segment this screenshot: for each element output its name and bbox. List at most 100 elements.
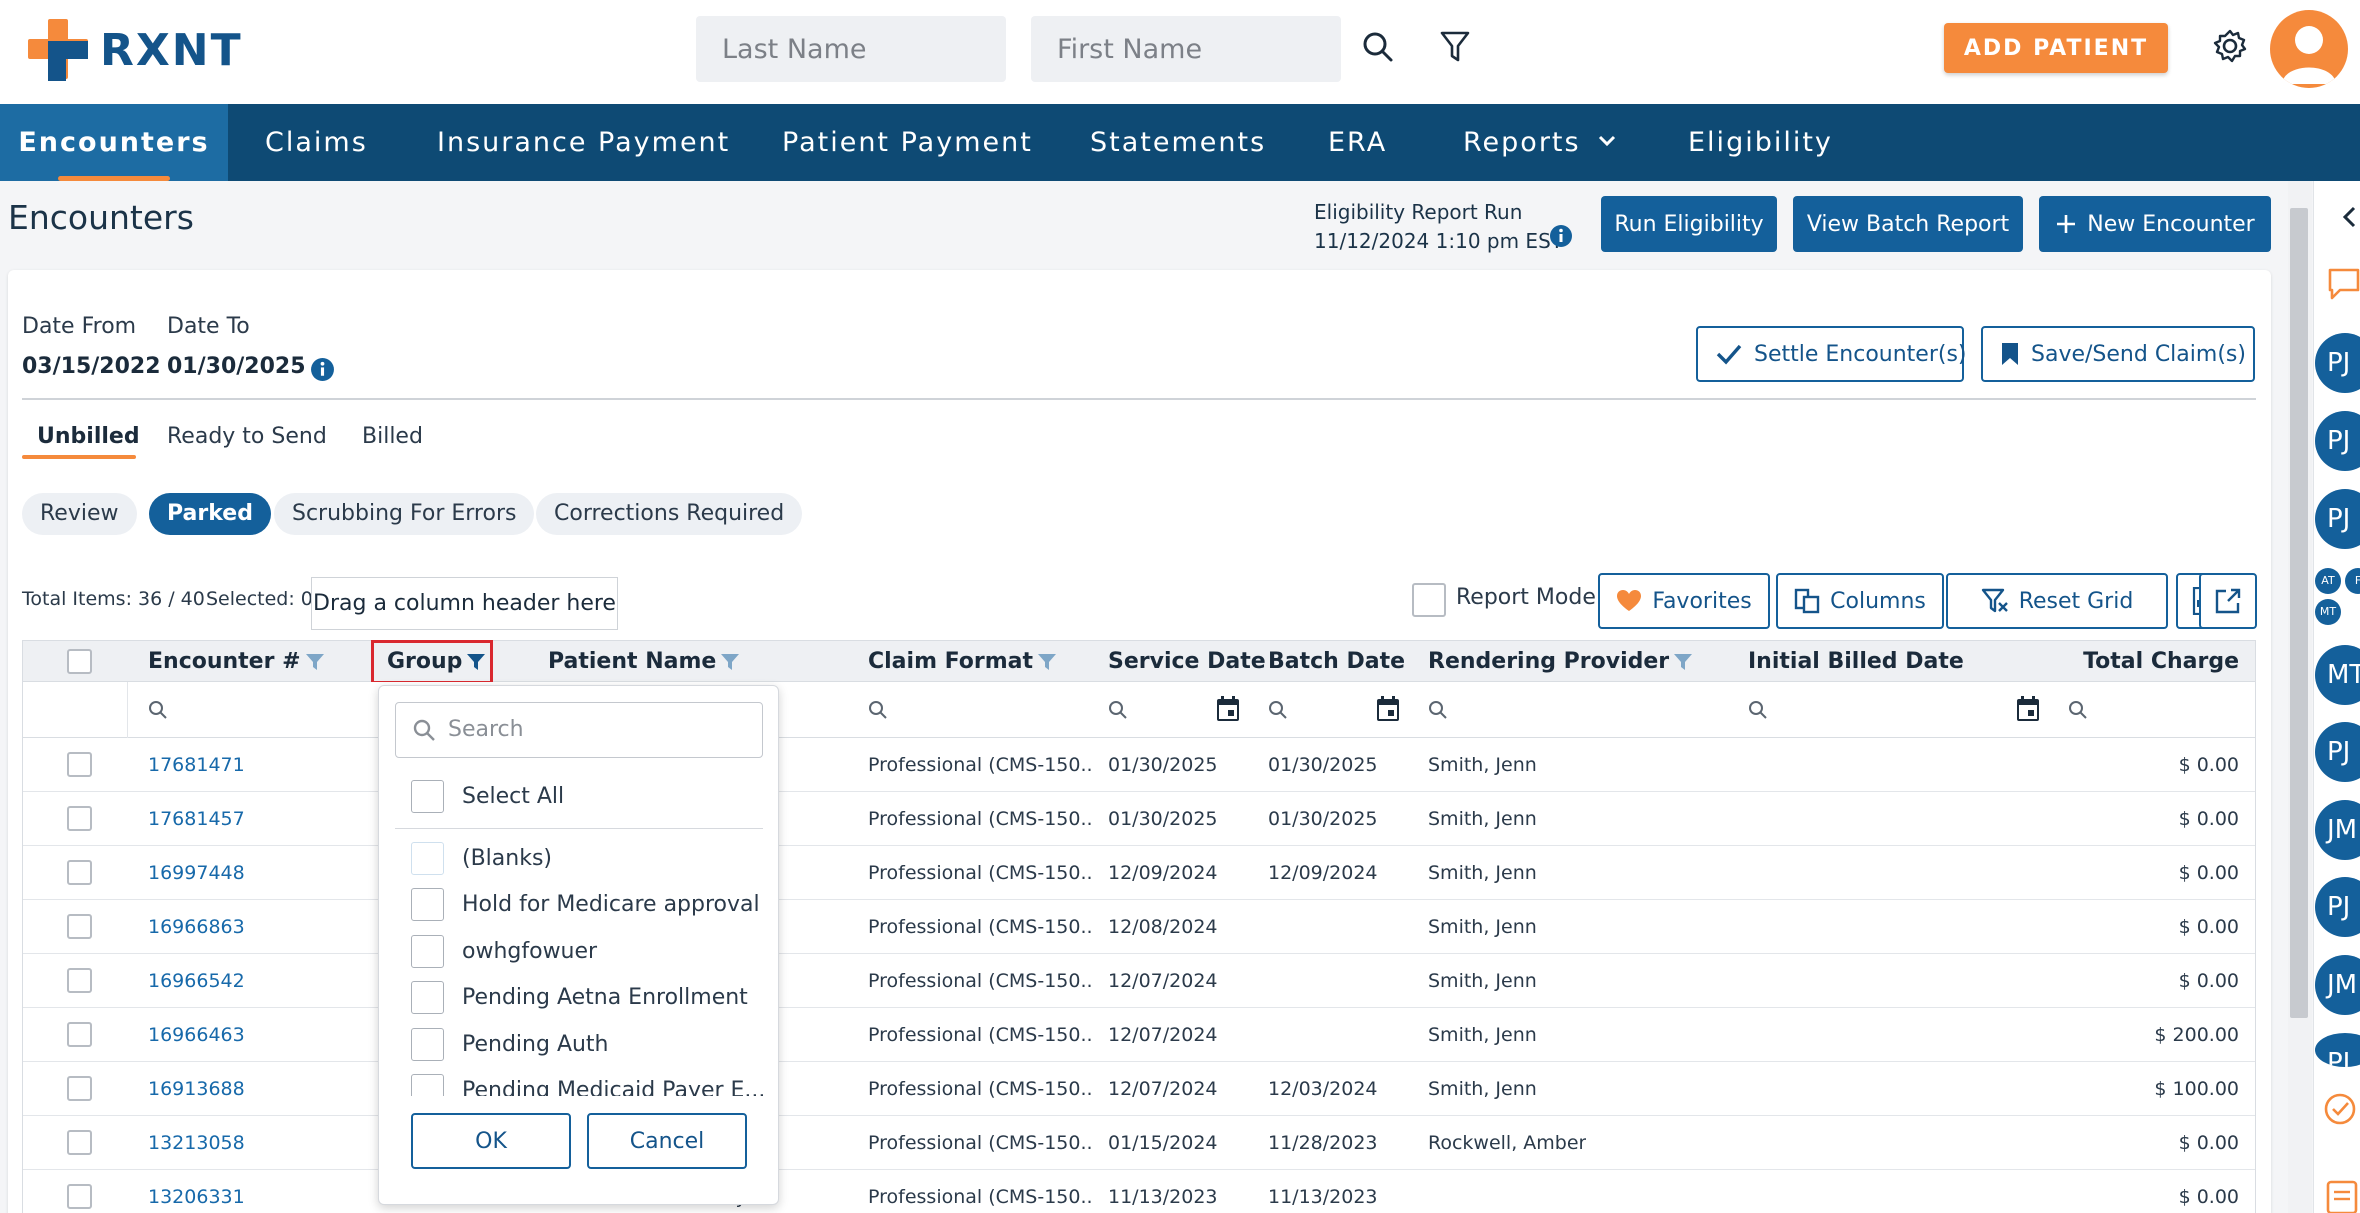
option-checkbox[interactable] — [411, 980, 444, 1014]
run-eligibility-button[interactable]: Run Eligibility — [1601, 196, 1777, 252]
select-all-rows-checkbox[interactable] — [67, 649, 92, 674]
ok-button[interactable]: OK — [411, 1113, 571, 1169]
group-option[interactable]: owhgfowuer — [411, 933, 597, 969]
row-checkbox[interactable] — [67, 968, 92, 993]
encounter-link[interactable]: 16966463 — [148, 1008, 245, 1062]
col-patient-name[interactable]: Patient Name — [548, 641, 740, 683]
col-batch-date[interactable]: Batch Date — [1268, 641, 1405, 683]
encounter-link[interactable]: 16913688 — [148, 1062, 245, 1116]
gear-icon[interactable] — [2212, 28, 2248, 64]
task-check-icon[interactable] — [2323, 1092, 2357, 1126]
table-row[interactable]: 16913688 Professional (CMS-150... 12/07/… — [23, 1062, 2255, 1116]
new-encounter-button[interactable]: New Encounter — [2039, 196, 2271, 252]
calendar-icon[interactable] — [2016, 696, 2040, 722]
scrollbar-thumb[interactable] — [2290, 208, 2308, 1018]
table-row[interactable]: 16966863 Professional (CMS-150... 12/08/… — [23, 900, 2255, 954]
row-checkbox[interactable] — [67, 1076, 92, 1101]
col-initial-billed-date[interactable]: Initial Billed Date — [1748, 641, 1964, 683]
column-filter-icon[interactable] — [1037, 653, 1057, 671]
pill-review[interactable]: Review — [22, 493, 137, 535]
column-filter-icon[interactable] — [720, 653, 740, 671]
cancel-button[interactable]: Cancel — [587, 1113, 747, 1169]
tab-unbilled[interactable]: Unbilled — [37, 424, 140, 449]
rail-small-avatar[interactable]: MT — [2315, 599, 2341, 625]
encounter-link[interactable]: 17681471 — [148, 738, 245, 792]
column-filter-icon[interactable] — [1673, 653, 1693, 671]
col-rendering-provider[interactable]: Rendering Provider — [1428, 641, 1693, 683]
notes-icon[interactable] — [2326, 1180, 2358, 1213]
save-send-claims-button[interactable]: Save/Send Claim(s) — [1981, 326, 2255, 382]
reset-grid-button[interactable]: Reset Grid — [1946, 573, 2168, 629]
nav-claims[interactable]: Claims — [237, 104, 396, 181]
row-checkbox[interactable] — [67, 1184, 92, 1209]
group-option[interactable]: Pending Medicaid Payer E... — [411, 1072, 763, 1096]
table-row[interactable]: 17681471 Professional (CMS-150... 01/30/… — [23, 738, 2255, 792]
col-total-charge[interactable]: Total Charge — [2083, 641, 2239, 683]
filter-search-icon[interactable] — [1108, 700, 1128, 720]
table-row[interactable]: 13206331 Test 2 Miller, Kristen Sherry P… — [23, 1170, 2255, 1213]
column-filter-active-icon[interactable] — [466, 653, 486, 671]
table-row[interactable]: 16966463 Professional (CMS-150... 12/07/… — [23, 1008, 2255, 1062]
group-option[interactable]: Hold for Medicare approval — [411, 886, 760, 922]
report-mode-checkbox[interactable] — [1412, 583, 1446, 617]
nav-patient-payment[interactable]: Patient Payment — [754, 104, 1061, 181]
table-row[interactable]: 16997448 Professional (CMS-150... 12/09/… — [23, 846, 2255, 900]
option-checkbox[interactable] — [411, 887, 444, 921]
info-icon[interactable] — [1549, 224, 1573, 248]
filter-icon[interactable] — [1440, 30, 1470, 64]
option-checkbox[interactable] — [411, 1027, 444, 1061]
filter-search-icon[interactable] — [2068, 700, 2088, 720]
row-checkbox[interactable] — [67, 1022, 92, 1047]
filter-search-icon[interactable] — [1268, 700, 1288, 720]
select-all-checkbox[interactable] — [411, 779, 444, 813]
option-checkbox[interactable] — [411, 934, 444, 968]
option-checkbox[interactable] — [411, 1073, 444, 1096]
pill-corrections-required[interactable]: Corrections Required — [536, 493, 803, 535]
group-option[interactable]: (Blanks) — [411, 840, 552, 876]
settle-encounters-button[interactable]: Settle Encounter(s) — [1696, 326, 1967, 382]
nav-reports[interactable]: Reports — [1435, 104, 1641, 181]
filter-search-icon[interactable] — [1748, 700, 1768, 720]
filter-search-icon[interactable] — [1428, 700, 1448, 720]
dropdown-search-field[interactable] — [395, 702, 763, 758]
column-filter-icon[interactable] — [305, 653, 325, 671]
tab-ready-to-send[interactable]: Ready to Send — [167, 424, 327, 449]
row-checkbox[interactable] — [67, 860, 92, 885]
nav-era[interactable]: ERA — [1300, 104, 1415, 181]
option-checkbox[interactable] — [411, 841, 444, 875]
group-option[interactable]: Pending Aetna Enrollment — [411, 979, 748, 1015]
nav-eligibility[interactable]: Eligibility — [1660, 104, 1861, 181]
encounter-link[interactable]: 16966542 — [148, 954, 245, 1008]
nav-statements[interactable]: Statements — [1062, 104, 1294, 181]
table-row[interactable]: 17681457 Professional (CMS-150... 01/30/… — [23, 792, 2255, 846]
first-name-input[interactable] — [1031, 16, 1341, 82]
table-row[interactable]: 16966542 Professional (CMS-150... 12/07/… — [23, 954, 2255, 1008]
user-avatar[interactable] — [2270, 10, 2348, 88]
export-button[interactable] — [2199, 573, 2257, 629]
add-patient-button[interactable]: ADD PATIENT — [1944, 23, 2168, 73]
col-group[interactable]: Group — [387, 641, 486, 683]
favorites-button[interactable]: Favorites — [1598, 573, 1770, 629]
date-info-icon[interactable] — [310, 357, 335, 382]
row-checkbox[interactable] — [67, 806, 92, 831]
table-row[interactable]: 13213058 Professional (CMS-150... 01/15/… — [23, 1116, 2255, 1170]
row-checkbox[interactable] — [67, 1130, 92, 1155]
rxnt-logo[interactable]: RXNT — [28, 18, 243, 82]
view-batch-report-button[interactable]: View Batch Report — [1793, 196, 2023, 252]
pill-parked[interactable]: Parked — [149, 493, 271, 535]
encounter-link[interactable]: 13206331 — [148, 1170, 245, 1213]
columns-button[interactable]: Columns — [1776, 573, 1944, 629]
rail-small-avatar[interactable]: AT — [2315, 568, 2341, 594]
pill-scrubbing-for-errors[interactable]: Scrubbing For Errors — [274, 493, 535, 535]
col-service-date[interactable]: Service Date — [1108, 641, 1266, 683]
row-checkbox[interactable] — [67, 752, 92, 777]
nav-insurance-payment[interactable]: Insurance Payment — [409, 104, 758, 181]
search-icon[interactable] — [1362, 31, 1394, 63]
col-claim-format[interactable]: Claim Format — [868, 641, 1057, 683]
filter-search-icon[interactable] — [868, 700, 888, 720]
row-checkbox[interactable] — [67, 914, 92, 939]
filter-search-icon[interactable] — [148, 700, 168, 720]
encounter-link[interactable]: 17681457 — [148, 792, 245, 846]
encounter-link[interactable]: 13213058 — [148, 1116, 245, 1170]
chevron-left-icon[interactable] — [2342, 206, 2356, 228]
